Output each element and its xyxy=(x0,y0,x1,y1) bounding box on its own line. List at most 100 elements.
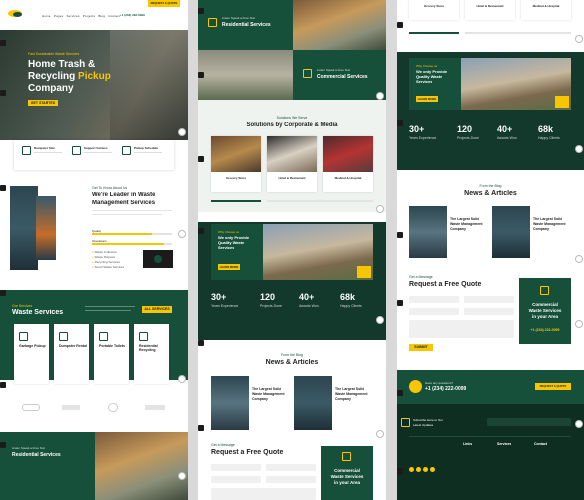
quote-side-card-b: Commercial Waste Services in your Area +… xyxy=(519,278,571,344)
all-services-button[interactable]: ALL SERVICES xyxy=(142,306,172,313)
service-card-2-title: Dumpster Rental xyxy=(59,344,87,348)
solution-card-1[interactable]: Grocery Store xyxy=(211,136,261,192)
news-post-2-title-1[interactable]: The Largest Solid xyxy=(335,387,364,391)
footer-divider xyxy=(409,436,571,437)
scroll-circle[interactable] xyxy=(178,128,186,136)
stat-1-value: 30+ xyxy=(211,292,227,302)
artboard-marker xyxy=(397,232,403,238)
play-icon[interactable] xyxy=(154,255,162,263)
news-image-2-b[interactable] xyxy=(492,206,530,258)
hero-image xyxy=(110,30,188,140)
scroll-circle[interactable] xyxy=(575,420,583,428)
why-learn-more-button[interactable]: LEARN MORE xyxy=(218,264,240,270)
about-title-line-1: We're Leader in Waste xyxy=(92,192,156,198)
nav-contact[interactable]: Contact xyxy=(108,14,120,18)
news-post-2-b-title-1[interactable]: The Largest Solid xyxy=(533,217,562,221)
recycling-icon xyxy=(139,332,148,341)
name-input-b[interactable] xyxy=(409,296,459,303)
nav-home[interactable]: Home xyxy=(42,14,51,18)
solution-card-1-b[interactable]: Grocery Store xyxy=(409,0,459,20)
email-input-b[interactable] xyxy=(464,296,514,303)
cta-quote-button[interactable]: REQUEST A QUOTE xyxy=(535,383,571,390)
artboard-marker xyxy=(0,382,6,388)
service-card-3[interactable]: Portable Toilets xyxy=(94,324,129,384)
features-bar: Dumpster Size Support Centers Pickup Sch… xyxy=(14,140,174,170)
service-card-3-title: Portable Toilets xyxy=(99,344,125,348)
solution-card-2[interactable]: Hotel & Restaurant xyxy=(267,136,317,192)
twitter-icon[interactable] xyxy=(416,467,421,472)
scroll-circle[interactable] xyxy=(178,472,186,480)
support-icon xyxy=(72,146,81,155)
about-video-thumbnail[interactable] xyxy=(143,250,173,268)
nav-blog[interactable]: Blog xyxy=(98,14,105,18)
video-play-button[interactable] xyxy=(357,266,371,278)
solutions-slider-track-b[interactable] xyxy=(465,32,571,34)
solution-card-3[interactable]: Medical & Hospital xyxy=(323,136,373,192)
truck-icon xyxy=(342,452,351,461)
news-post-2-title-3[interactable]: Company xyxy=(335,397,351,401)
service-select[interactable] xyxy=(266,476,316,483)
scroll-circle[interactable] xyxy=(575,35,583,43)
news-post-2-b-title-2[interactable]: Waste Management xyxy=(533,222,566,226)
submit-button[interactable]: SUBMIT xyxy=(409,344,433,351)
why-title-3: Services xyxy=(218,245,235,250)
scroll-circle[interactable] xyxy=(376,430,384,438)
instagram-icon[interactable] xyxy=(423,467,428,472)
scroll-circle[interactable] xyxy=(178,230,186,238)
phone-input[interactable] xyxy=(211,476,261,483)
news-post-1-b-title-1[interactable]: The Largest Solid xyxy=(450,217,479,221)
solutions-slider-active-b[interactable] xyxy=(409,32,459,34)
nav-projects[interactable]: Projects xyxy=(83,14,95,18)
why-learn-more-button-b[interactable]: LEARN MORE xyxy=(416,96,438,102)
news-post-1-title-2[interactable]: Waste Management xyxy=(252,392,285,396)
news-eyebrow: From the Blog xyxy=(281,353,303,357)
solutions-slider-track[interactable] xyxy=(267,200,373,202)
scroll-circle[interactable] xyxy=(575,145,583,153)
email-input[interactable] xyxy=(266,464,316,471)
message-textarea-b[interactable] xyxy=(409,320,514,338)
news-image-1-b[interactable] xyxy=(409,206,447,258)
scroll-circle[interactable] xyxy=(376,316,384,324)
artboard-marker xyxy=(0,40,6,46)
news-post-1-b-title-3[interactable]: Company xyxy=(450,227,466,231)
site-footer: Subscribe Here to Our Latest Updates Lin… xyxy=(397,404,584,500)
linkedin-icon[interactable] xyxy=(430,467,435,472)
service-card-2[interactable]: Dumpster Rental xyxy=(54,324,89,384)
news-post-2-b-title-3[interactable]: Company xyxy=(533,227,549,231)
nav-services[interactable]: Services xyxy=(67,14,80,18)
phone-input-b[interactable] xyxy=(409,308,459,315)
nav-pages[interactable]: Pages xyxy=(54,14,64,18)
commercial-banner: Listen Speak a Free Text Commercial Serv… xyxy=(293,50,386,100)
service-select-b[interactable] xyxy=(464,308,514,315)
hero-get-started-button[interactable]: GET STARTED xyxy=(28,100,58,106)
about-image-worker xyxy=(10,186,38,270)
quote-eyebrow: Get a Message xyxy=(211,443,235,447)
service-card-4[interactable]: Residential Recycling xyxy=(134,324,169,384)
solutions-slider-active[interactable] xyxy=(211,200,261,202)
facebook-icon[interactable] xyxy=(409,467,414,472)
news-image-2[interactable] xyxy=(294,376,332,430)
video-play-button-b[interactable] xyxy=(555,96,569,108)
newsletter-input[interactable] xyxy=(487,418,571,426)
news-post-1-title-1[interactable]: The Largest Solid xyxy=(252,387,281,391)
news-post-2-title-2[interactable]: Waste Management xyxy=(335,392,368,396)
scroll-circle[interactable] xyxy=(376,205,384,213)
header-quote-button[interactable]: REQUEST A QUOTE xyxy=(148,0,180,7)
scroll-circle[interactable] xyxy=(575,255,583,263)
artboard-marker xyxy=(397,390,403,396)
scroll-circle[interactable] xyxy=(575,320,583,328)
message-textarea[interactable] xyxy=(211,488,316,500)
name-input[interactable] xyxy=(211,464,261,471)
stat-1-label-b: Years Experience xyxy=(409,136,437,140)
scroll-circle[interactable] xyxy=(376,92,384,100)
news-post-1-title-3[interactable]: Company xyxy=(252,397,268,401)
design-board: Home Pages Services Projects Blog Contac… xyxy=(0,0,584,500)
solution-card-2-b[interactable]: Hotel & Restaurant xyxy=(465,0,515,20)
news-image-1[interactable] xyxy=(211,376,249,430)
service-card-1[interactable]: Garbage Pickup xyxy=(14,324,49,384)
solution-card-3-b[interactable]: Medical & Hospital xyxy=(521,0,571,20)
residential-small-2: Listen Speak a Free Text xyxy=(222,16,256,20)
scroll-circle[interactable] xyxy=(178,375,186,383)
quality-progress-fill xyxy=(92,233,152,235)
news-post-1-b-title-2[interactable]: Waste Management xyxy=(450,222,483,226)
